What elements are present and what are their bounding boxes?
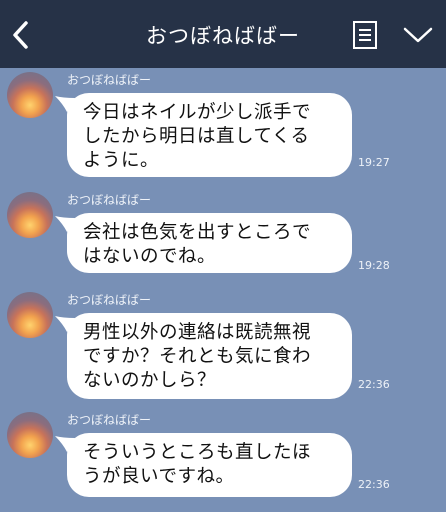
message-bubble[interactable]: 会社は色気を出すところで はないのでね。: [67, 213, 352, 273]
message-line: 会社は色気を出すところで: [83, 222, 312, 243]
expand-menu-button[interactable]: [402, 24, 434, 46]
timestamp: 22:36: [358, 378, 390, 391]
message-line: 男性以外の連絡は既読無視: [83, 322, 312, 343]
sender-name: おつぼねばばー: [67, 73, 152, 87]
notes-icon: [353, 21, 377, 49]
message-line: はないのでね。: [83, 246, 217, 267]
chevron-down-icon: [403, 27, 433, 43]
chat-title: おつぼねばばー: [146, 24, 300, 48]
avatar[interactable]: [7, 192, 53, 238]
message-bubble[interactable]: そういうところも直したほ うが良いですね。: [67, 433, 352, 497]
message-bubble[interactable]: 男性以外の連絡は既読無視 ですか？それとも気に食わ ないのかしら？: [67, 313, 352, 399]
message-line: うが良いですね。: [83, 466, 235, 487]
message-row: おつぼねばばー 今日はネイルが少し派手で したから明日は直してくる ように。 1…: [0, 68, 446, 186]
message-line: ないのかしら？: [83, 370, 217, 391]
avatar[interactable]: [7, 72, 53, 118]
message-line: ですか？それとも気に食わ: [83, 346, 312, 367]
message-row: おつぼねばばー 男性以外の連絡は既読無視 ですか？それとも気に食わ ないのかしら…: [0, 290, 446, 408]
message-row: おつぼねばばー 会社は色気を出すところで はないのでね。 19:28: [0, 190, 446, 286]
message-line: そういうところも直したほ: [83, 442, 312, 463]
avatar[interactable]: [7, 412, 53, 458]
chat-header: おつぼねばばー: [0, 0, 446, 68]
sender-name: おつぼねばばー: [67, 193, 152, 207]
timestamp: 19:27: [358, 156, 390, 169]
message-bubble[interactable]: 今日はネイルが少し派手で したから明日は直してくる ように。: [67, 93, 352, 177]
sender-name: おつぼねばばー: [67, 293, 152, 307]
timestamp: 22:36: [358, 478, 390, 491]
timestamp: 19:28: [358, 259, 390, 272]
sender-name: おつぼねばばー: [67, 413, 152, 427]
notes-button[interactable]: [352, 20, 378, 50]
message-row: おつぼねばばー そういうところも直したほ うが良いですね。 22:36: [0, 410, 446, 510]
message-line: ように。: [83, 150, 160, 171]
message-line: したから明日は直してくる: [83, 126, 310, 147]
avatar[interactable]: [7, 292, 53, 338]
message-line: 今日はネイルが少し派手で: [83, 102, 312, 123]
